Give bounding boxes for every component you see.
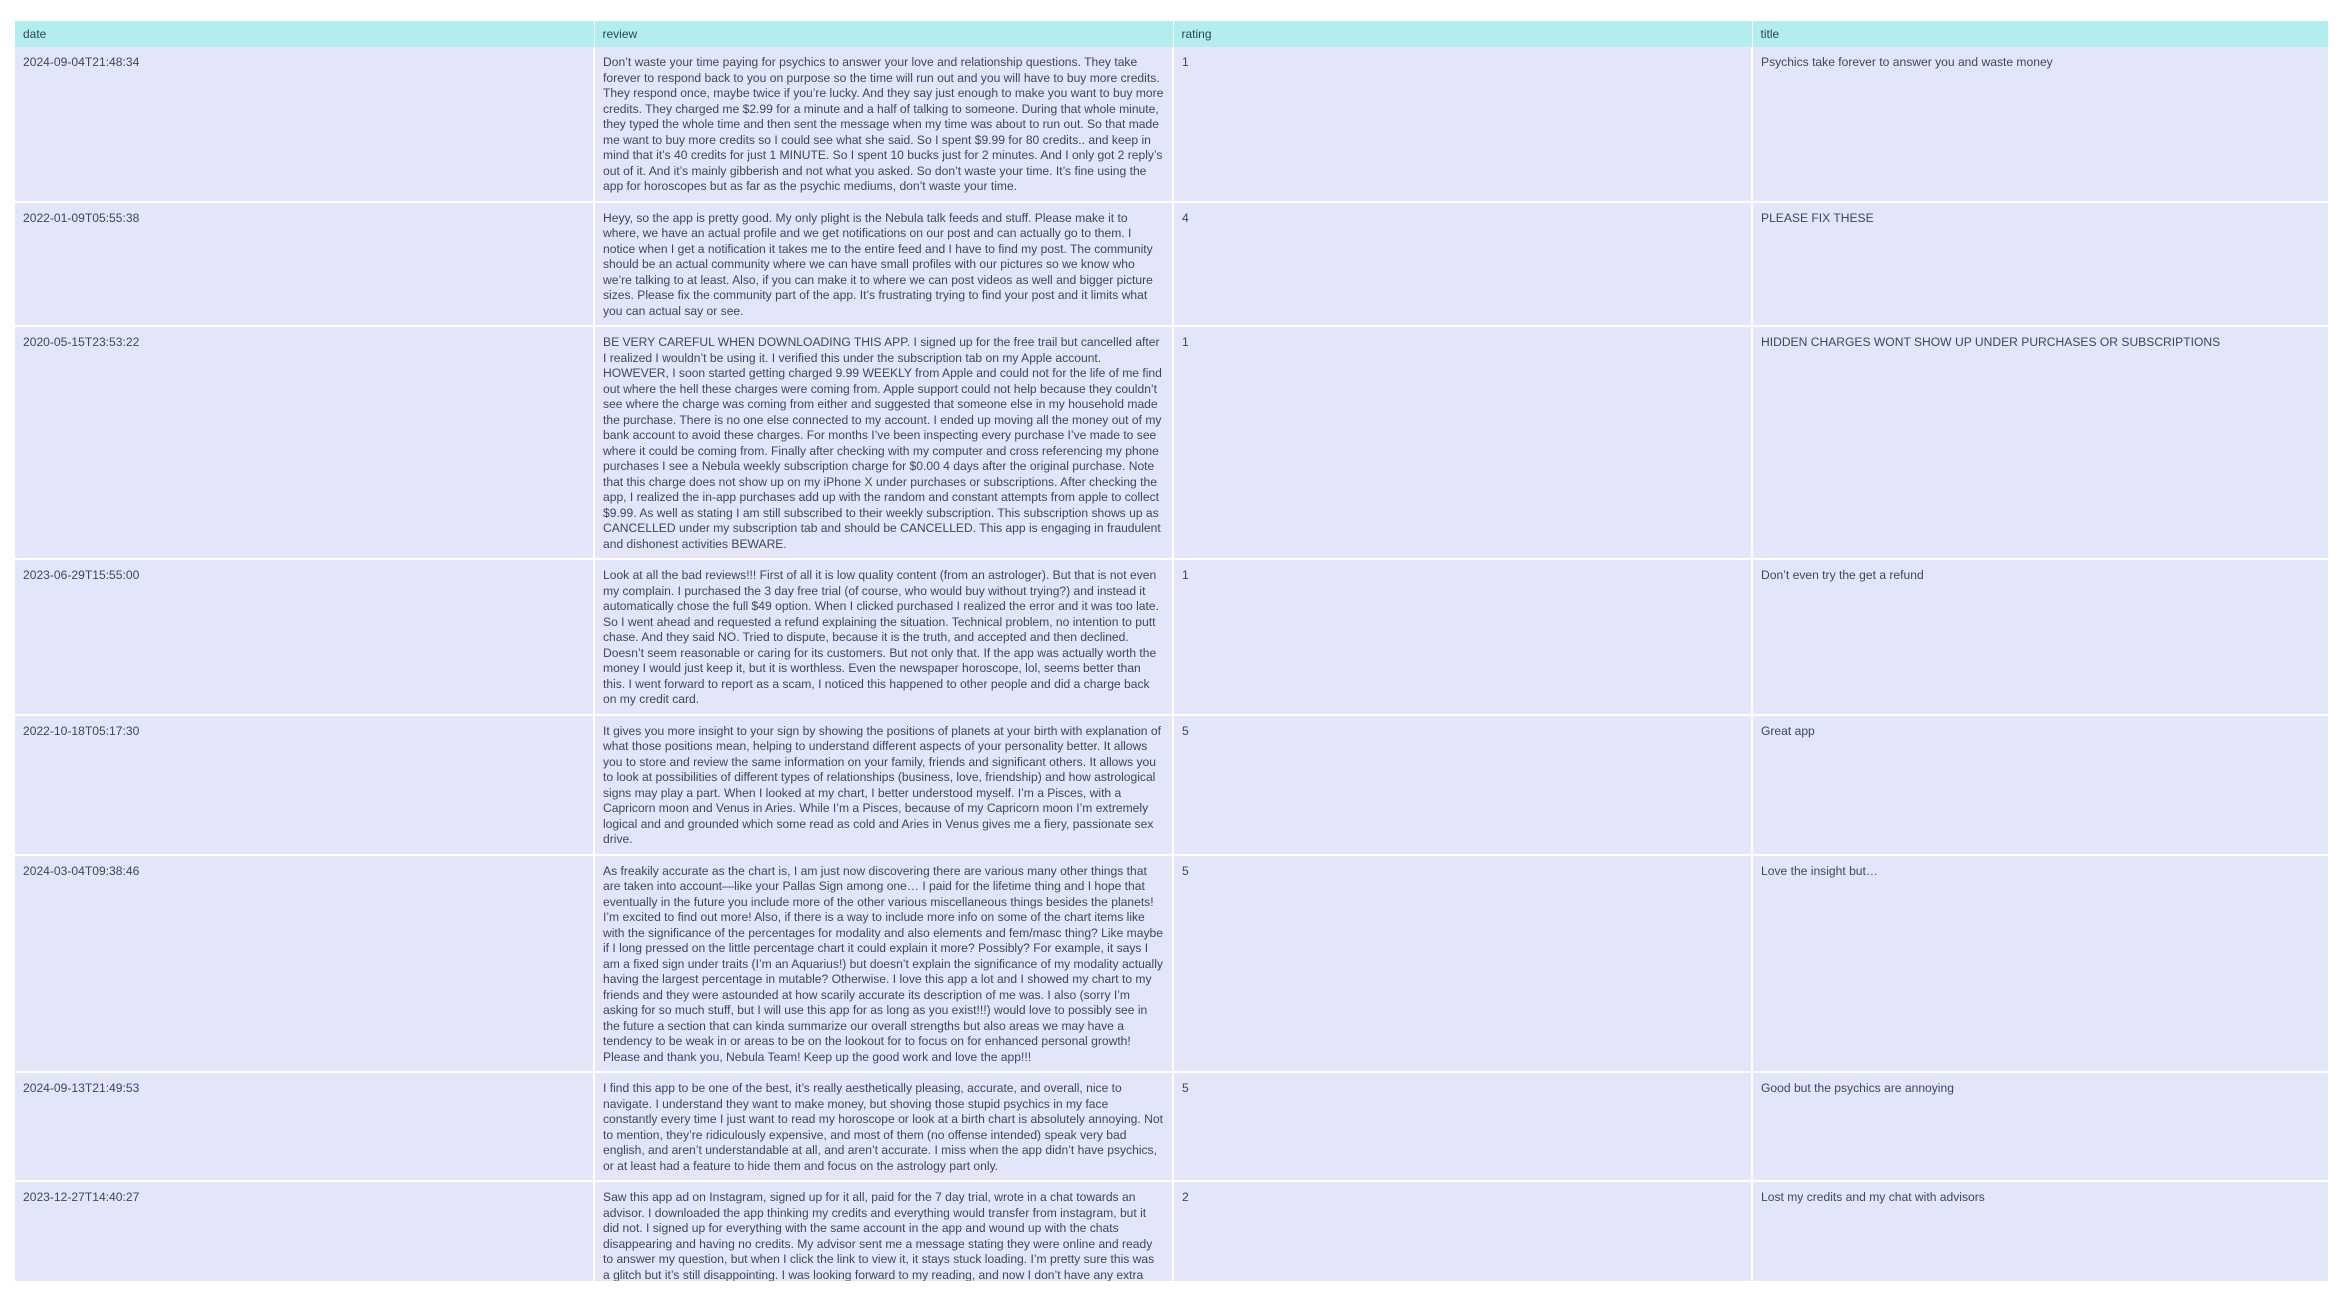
title-cell: Lost my credits and my chat with advisor… xyxy=(1752,1181,2328,1281)
column-header-rating[interactable]: rating xyxy=(1173,21,1753,47)
rating-cell: 4 xyxy=(1173,201,1753,327)
title-cell: Great app xyxy=(1752,714,2328,856)
rating-cell: 1 xyxy=(1173,559,1753,716)
review-cell: Saw this app ad on Instagram, signed up … xyxy=(594,1181,1174,1281)
rating-cell: 2 xyxy=(1173,1181,1753,1281)
title-cell: Love the insight but… xyxy=(1752,854,2328,1073)
title-cell: Good but the psychics are annoying xyxy=(1752,1072,2328,1182)
column-header-title[interactable]: title xyxy=(1752,21,2328,47)
header-row: date review rating title xyxy=(15,21,2328,47)
title-cell: HIDDEN CHARGES WONT SHOW UP UNDER PURCHA… xyxy=(1752,326,2328,560)
title-cell: Don’t even try the get a refund xyxy=(1752,559,2328,716)
date-cell: 2024-09-04T21:48:34 xyxy=(15,47,595,203)
table-header: date review rating title xyxy=(15,21,2328,47)
date-cell: 2020-05-15T23:53:22 xyxy=(15,326,595,560)
review-cell: As freakily accurate as the chart is, I … xyxy=(594,854,1174,1073)
table-row: 2024-09-13T21:49:53 I find this app to b… xyxy=(15,1072,2328,1182)
table-row: 2024-09-04T21:48:34 Don’t waste your tim… xyxy=(15,47,2328,203)
table-row: 2024-03-04T09:38:46 As freakily accurate… xyxy=(15,854,2328,1073)
column-header-date[interactable]: date xyxy=(15,21,595,47)
review-cell: Heyy, so the app is pretty good. My only… xyxy=(594,201,1174,327)
rating-cell: 1 xyxy=(1173,326,1753,560)
title-cell: PLEASE FIX THESE xyxy=(1752,201,2328,327)
date-cell: 2022-01-09T05:55:38 xyxy=(15,201,595,327)
review-cell: BE VERY CAREFUL WHEN DOWNLOADING THIS AP… xyxy=(594,326,1174,560)
table-row: 2022-01-09T05:55:38 Heyy, so the app is … xyxy=(15,201,2328,327)
date-cell: 2023-06-29T15:55:00 xyxy=(15,559,595,716)
rating-cell: 5 xyxy=(1173,854,1753,1073)
date-cell: 2024-09-13T21:49:53 xyxy=(15,1072,595,1182)
review-cell: I find this app to be one of the best, i… xyxy=(594,1072,1174,1182)
review-cell: It gives you more insight to your sign b… xyxy=(594,714,1174,856)
rating-cell: 5 xyxy=(1173,1072,1753,1182)
date-cell: 2022-10-18T05:17:30 xyxy=(15,714,595,856)
review-cell: Look at all the bad reviews!!! First of … xyxy=(594,559,1174,716)
review-cell: Don’t waste your time paying for psychic… xyxy=(594,47,1174,203)
table-row: 2023-06-29T15:55:00 Look at all the bad … xyxy=(15,559,2328,716)
data-table-viewport[interactable]: date review rating title 2024-09-04T21:4… xyxy=(15,21,2328,1281)
rating-cell: 5 xyxy=(1173,714,1753,856)
title-cell: Psychics take forever to answer you and … xyxy=(1752,47,2328,203)
table-body: 2024-09-04T21:48:34 Don’t waste your tim… xyxy=(15,47,2328,1281)
table-row: 2022-10-18T05:17:30 It gives you more in… xyxy=(15,714,2328,856)
rating-cell: 1 xyxy=(1173,47,1753,203)
date-cell: 2023-12-27T14:40:27 xyxy=(15,1181,595,1281)
date-cell: 2024-03-04T09:38:46 xyxy=(15,854,595,1073)
table-row: 2023-12-27T14:40:27 Saw this app ad on I… xyxy=(15,1181,2328,1281)
table-row: 2020-05-15T23:53:22 BE VERY CAREFUL WHEN… xyxy=(15,326,2328,560)
reviews-table: date review rating title 2024-09-04T21:4… xyxy=(15,21,2328,1281)
column-header-review[interactable]: review xyxy=(594,21,1174,47)
